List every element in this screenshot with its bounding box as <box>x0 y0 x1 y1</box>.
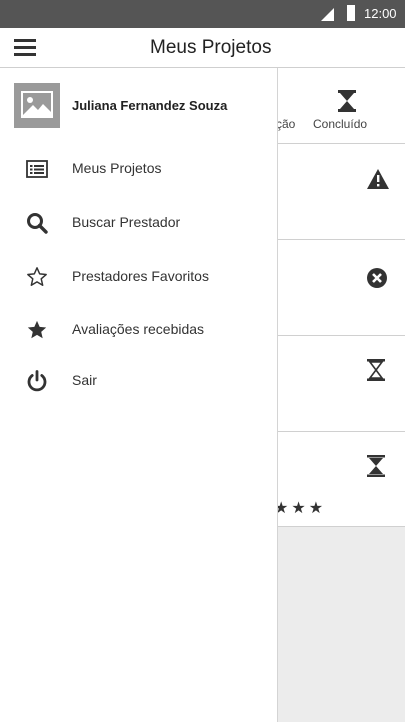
hourglass-outline-icon <box>367 359 385 386</box>
user-name: Juliana Fernandez Souza <box>72 98 228 113</box>
drawer-item-avaliacoes-recebidas[interactable]: Avaliações recebidas <box>0 308 278 352</box>
image-placeholder-icon <box>14 83 60 128</box>
status-tabs: ção Concluído <box>278 68 405 144</box>
app-bar: Meus Projetos <box>0 28 405 68</box>
tab-partial-label[interactable]: ção <box>278 117 295 131</box>
drawer-profile: Juliana Fernandez Souza <box>0 68 278 130</box>
drawer-item-buscar-prestador[interactable]: Buscar Prestador <box>0 201 278 245</box>
star-outline-icon <box>26 266 48 288</box>
list-icon <box>26 158 48 180</box>
app-bar-title: Meus Projetos <box>150 37 272 58</box>
drawer-item-sair[interactable]: Sair <box>0 359 278 403</box>
tab-concluido[interactable]: Concluído <box>313 117 367 131</box>
warning-icon <box>367 169 389 194</box>
drawer-item-meus-projetos[interactable]: Meus Projetos <box>0 147 278 191</box>
rating-stars: ★★★ <box>278 500 327 517</box>
drawer-item-label: Sair <box>72 372 97 388</box>
signal-icon <box>321 8 334 21</box>
status-bar: 12:00 <box>0 0 405 28</box>
hamburger-menu-icon[interactable] <box>14 38 36 58</box>
drawer-item-label: Buscar Prestador <box>72 214 181 230</box>
project-card[interactable] <box>278 145 405 240</box>
search-icon <box>26 212 48 234</box>
drawer-item-label: Prestadores Favoritos <box>72 268 209 284</box>
power-icon <box>26 370 48 392</box>
cancel-circle-icon <box>367 268 387 293</box>
project-card[interactable] <box>278 336 405 432</box>
empty-area <box>278 527 405 722</box>
hourglass-filled-icon <box>367 455 385 482</box>
battery-icon <box>347 5 355 21</box>
hourglass-tab-icon <box>338 90 356 117</box>
project-card[interactable] <box>278 240 405 336</box>
projects-content: ção Concluído ★★★ <box>278 68 405 722</box>
star-filled-icon <box>26 319 48 341</box>
drawer-item-label: Meus Projetos <box>72 160 162 176</box>
status-time: 12:00 <box>364 6 397 21</box>
project-card[interactable]: ★★★ <box>278 432 405 527</box>
drawer-item-label: Avaliações recebidas <box>72 321 205 337</box>
drawer-item-prestadores-favoritos[interactable]: Prestadores Favoritos <box>0 255 278 299</box>
navigation-drawer: Juliana Fernandez Souza Meus Projetos Bu… <box>0 68 278 722</box>
